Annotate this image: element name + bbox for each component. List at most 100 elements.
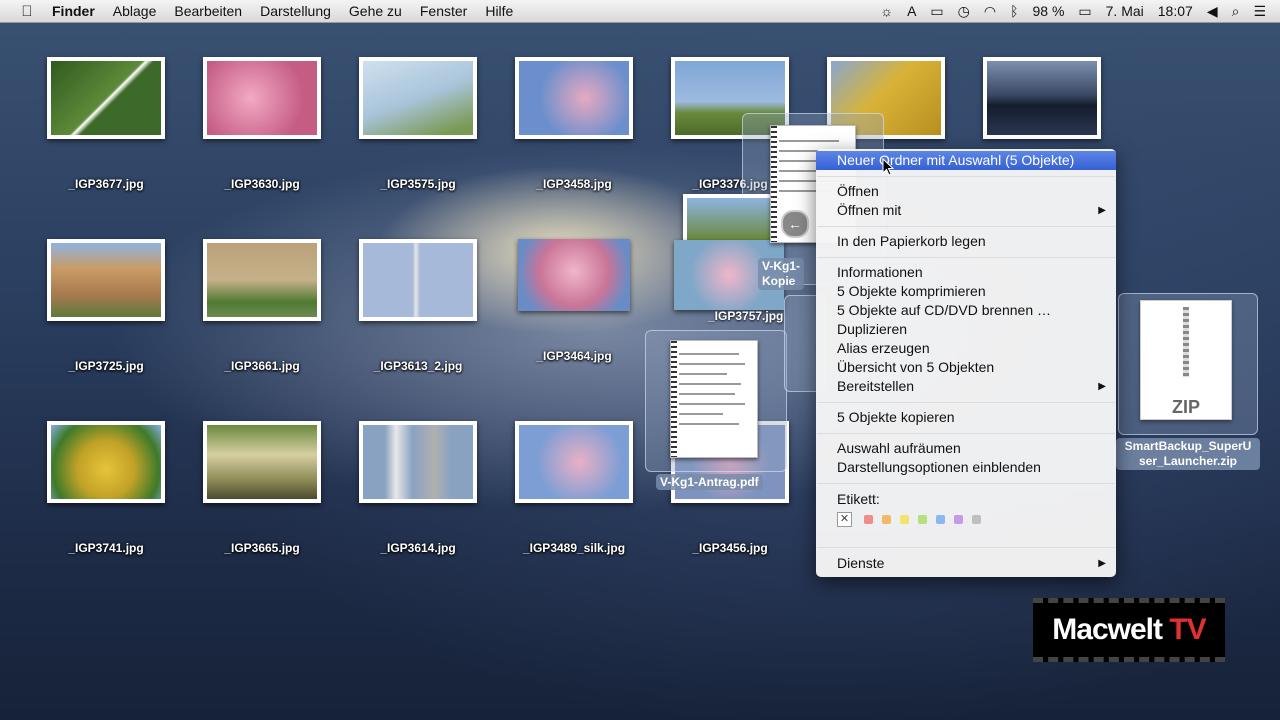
file-label: _IGP3757.jpg <box>708 309 784 323</box>
menu-hilfe[interactable]: Hilfe <box>485 3 513 19</box>
file-label-top: V-Kg1- Kopie <box>758 258 805 290</box>
menu-label-heading: Etikett: <box>837 491 880 507</box>
label-blue-swatch[interactable] <box>936 515 945 524</box>
image-thumbnail <box>203 239 321 321</box>
context-menu: Neuer Ordner mit Auswahl (5 Objekte) Öff… <box>816 149 1116 577</box>
airplay-icon[interactable]: ▭ <box>930 3 943 20</box>
desktop-file-icon[interactable]: _IGP3464.jpg <box>504 239 644 363</box>
menu-fenster[interactable]: Fenster <box>420 3 467 19</box>
submenu-arrow-icon: ▶ <box>1098 205 1106 216</box>
menu-item-clean-up-selection[interactable]: Auswahl aufräumen <box>816 439 1116 458</box>
desktop-file-icon[interactable]: _IGP3665.jpg <box>192 421 332 555</box>
image-thumbnail <box>203 421 321 503</box>
file-label: _IGP3458.jpg <box>536 177 612 191</box>
brightness-icon[interactable]: ☼ <box>880 3 893 19</box>
battery-icon[interactable]: ▭ <box>1078 3 1091 20</box>
file-label: _IGP3614.jpg <box>380 541 456 555</box>
menu-time[interactable]: 18:07 <box>1158 3 1193 19</box>
desktop-file-icon[interactable]: _IGP3741.jpg <box>36 421 176 555</box>
menu-darstellung[interactable]: Darstellung <box>260 3 331 19</box>
image-thumbnail <box>359 421 477 503</box>
submenu-arrow-icon: ▶ <box>1098 558 1106 569</box>
file-label: SmartBackup_SuperU ser_Launcher.zip <box>1116 438 1260 470</box>
notification-list-icon[interactable]: ☰ <box>1253 3 1266 20</box>
file-label: _IGP3661.jpg <box>224 359 300 373</box>
battery-percent[interactable]: 98 % <box>1032 3 1064 19</box>
desktop-file-icon[interactable]: _IGP3614.jpg <box>348 421 488 555</box>
menu-bar:  Finder Ablage Bearbeiten Darstellung G… <box>0 0 1280 23</box>
file-label-top-line2: Kopie <box>762 274 796 288</box>
menu-item-compress[interactable]: 5 Objekte komprimieren <box>816 282 1116 301</box>
desktop-file-icon[interactable]: _IGP3458.jpg <box>504 57 644 191</box>
logo-text: Macwelt <box>1052 613 1163 646</box>
menu-item-open[interactable]: Öffnen <box>816 182 1116 201</box>
menu-item-new-folder-with-selection[interactable]: Neuer Ordner mit Auswahl (5 Objekte) <box>816 151 1116 170</box>
font-icon[interactable]: A <box>907 3 916 19</box>
file-label: _IGP3630.jpg <box>224 177 300 191</box>
binder-rings-icon <box>671 341 677 457</box>
file-label: V-Kg1-Antrag.pdf <box>656 474 763 490</box>
macwelt-tv-logo: Macwelt TV <box>1033 598 1225 662</box>
desktop-file-icon[interactable]: _IGP3575.jpg <box>348 57 488 191</box>
menu-item-burn[interactable]: 5 Objekte auf CD/DVD brennen … <box>816 301 1116 320</box>
menu-separator <box>817 176 1115 177</box>
file-label: _IGP3489_silk.jpg <box>522 541 626 555</box>
menu-item-copy[interactable]: 5 Objekte kopieren <box>816 408 1116 427</box>
menu-item-open-with[interactable]: Öffnen mit ▶ <box>816 201 1116 220</box>
spotlight-search-icon[interactable]: ⌕ <box>1232 3 1240 20</box>
desktop-file-icon[interactable]: _IGP3677.jpg <box>36 57 176 191</box>
label-red-swatch[interactable] <box>864 515 873 524</box>
label-orange-swatch[interactable] <box>882 515 891 524</box>
zip-label-line2: ser_Launcher.zip <box>1138 454 1238 468</box>
time-machine-icon[interactable]: ◷ <box>958 3 970 20</box>
menu-extras: ☼ A ▭ ◷ ◠ ᛒ 98 % ▭ 7. Mai 18:07 ◀ ⌕ ☰ <box>866 3 1280 20</box>
file-label: _IGP3665.jpg <box>224 541 300 555</box>
apple-menu-icon[interactable]:  <box>16 3 38 20</box>
submenu-arrow-icon: ▶ <box>1098 381 1106 392</box>
volume-icon[interactable]: ◀ <box>1207 3 1218 20</box>
binder-rings-icon <box>771 126 777 242</box>
image-thumbnail <box>47 239 165 321</box>
menu-item-duplicate[interactable]: Duplizieren <box>816 320 1116 339</box>
label-gray-swatch[interactable] <box>972 515 981 524</box>
zipper-icon <box>1183 307 1189 377</box>
mouse-cursor-icon <box>882 158 894 176</box>
menu-finder[interactable]: Finder <box>52 3 95 19</box>
menu-ablage[interactable]: Ablage <box>113 3 157 19</box>
menu-separator <box>817 402 1115 403</box>
menu-item-open-with-label: Öffnen mit <box>837 202 902 218</box>
zip-archive-icon[interactable]: ZIP <box>1140 300 1232 420</box>
menu-item-share[interactable]: Bereitstellen ▶ <box>816 377 1116 396</box>
file-label: _IGP3613_2.jpg <box>373 359 463 373</box>
image-thumbnail <box>359 57 477 139</box>
label-green-swatch[interactable] <box>918 515 927 524</box>
wifi-icon[interactable]: ◠ <box>984 3 996 20</box>
zip-label-line1: SmartBackup_SuperU <box>1124 439 1252 453</box>
desktop-file-icon[interactable]: _IGP3489_silk.jpg <box>504 421 644 555</box>
pdf-document-preview <box>670 340 758 458</box>
bluetooth-icon[interactable]: ᛒ <box>1010 3 1018 19</box>
back-arrow-icon[interactable]: ← <box>781 210 809 238</box>
image-thumbnail <box>983 57 1101 139</box>
menu-separator <box>817 257 1115 258</box>
menu-item-move-to-trash[interactable]: In den Papierkorb legen <box>816 232 1116 251</box>
menu-date[interactable]: 7. Mai <box>1106 3 1144 19</box>
menu-item-services[interactable]: Dienste ▶ <box>816 554 1116 573</box>
image-thumbnail <box>47 57 165 139</box>
desktop-file-icon[interactable]: _IGP3725.jpg <box>36 239 176 373</box>
menu-item-quick-look[interactable]: Übersicht von 5 Objekten <box>816 358 1116 377</box>
menu-item-make-alias[interactable]: Alias erzeugen <box>816 339 1116 358</box>
label-none-icon[interactable]: ✕ <box>837 512 852 527</box>
label-purple-swatch[interactable] <box>954 515 963 524</box>
zip-badge: ZIP <box>1171 397 1200 417</box>
desktop-file-icon[interactable]: _IGP3630.jpg <box>192 57 332 191</box>
desktop-file-icon[interactable]: _IGP3613_2.jpg <box>348 239 488 373</box>
menu-gehe-zu[interactable]: Gehe zu <box>349 3 402 19</box>
desktop-file-icon[interactable] <box>972 57 1112 139</box>
desktop-file-icon[interactable]: _IGP3661.jpg <box>192 239 332 373</box>
label-yellow-swatch[interactable] <box>900 515 909 524</box>
menu-item-show-view-options[interactable]: Darstellungsoptionen einblenden <box>816 458 1116 477</box>
menu-item-get-info[interactable]: Informationen <box>816 263 1116 282</box>
menu-bearbeiten[interactable]: Bearbeiten <box>174 3 242 19</box>
image-thumbnail <box>359 239 477 321</box>
